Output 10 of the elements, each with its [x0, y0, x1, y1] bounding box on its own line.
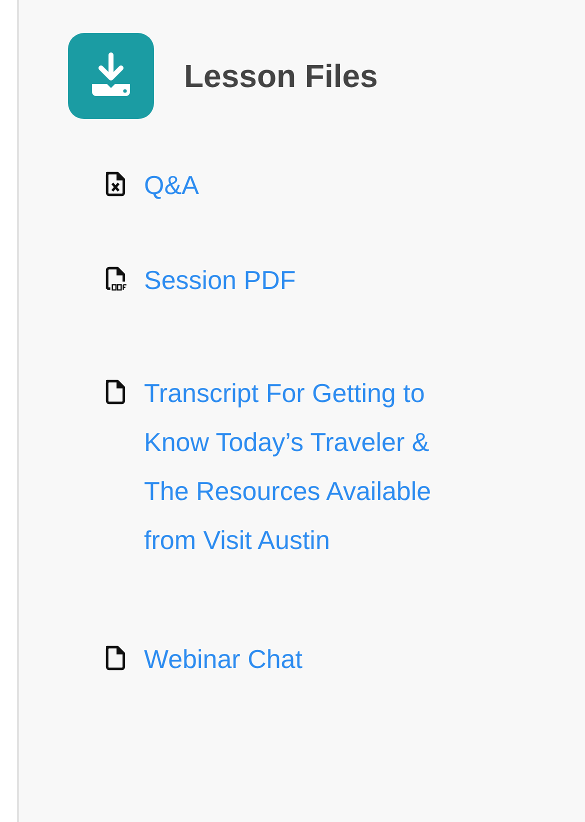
file-link[interactable]: Transcript For Getting to Know Today’s Traveler & The Resources Available from Visit Austin: [144, 369, 474, 565]
file-icon: [104, 645, 128, 671]
file-icon: [104, 379, 128, 405]
file-link[interactable]: Q&A: [144, 161, 199, 210]
spreadsheet-icon: [104, 171, 128, 197]
section-title: Lesson Files: [184, 56, 378, 96]
download-icon: [68, 33, 154, 119]
file-link[interactable]: Webinar Chat: [144, 635, 302, 684]
file-link[interactable]: Session PDF: [144, 256, 296, 305]
pdf-file-icon: [104, 266, 128, 292]
